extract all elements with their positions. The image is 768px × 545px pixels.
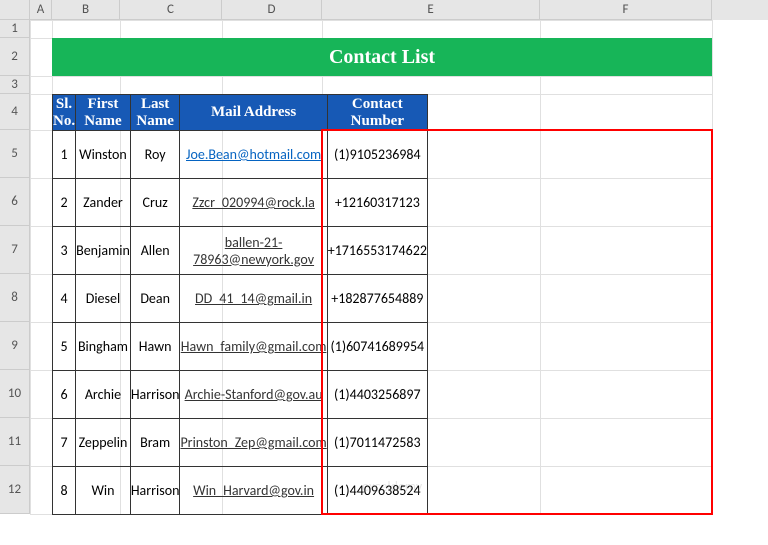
row-header-11[interactable]: 11 xyxy=(0,418,30,466)
cell-last[interactable]: Harrison xyxy=(130,371,180,419)
cell-contact[interactable]: (1)60741689954 xyxy=(327,323,427,371)
cell-sl[interactable]: 8 xyxy=(53,467,76,515)
cell-sl[interactable]: 1 xyxy=(53,131,76,179)
page-title: Contact List xyxy=(329,46,435,69)
cell-mail[interactable]: ballen-21-78963@newyork.gov xyxy=(180,227,327,275)
row-header-7[interactable]: 7 xyxy=(0,226,30,274)
header-mail[interactable]: Mail Address xyxy=(180,95,327,131)
row-header-6[interactable]: 6 xyxy=(0,178,30,226)
table-row: 6ArchieHarrison Archie-Stanford@gov.au(1)… xyxy=(53,371,428,419)
table-row: 2ZanderCruz Zzcr_020994@rock.la +121603171… xyxy=(53,179,428,227)
row-header-12[interactable]: 12 xyxy=(0,466,30,514)
cell-first[interactable]: Zander xyxy=(76,179,131,227)
row-header-5[interactable]: 5 xyxy=(0,130,30,178)
mail-link[interactable]: Prinston_Zep@gmail.com xyxy=(180,434,326,451)
cell-sl[interactable]: 4 xyxy=(53,275,76,323)
cell-last[interactable]: Roy xyxy=(130,131,180,179)
mail-link[interactable]: ballen-21-78963@newyork.gov xyxy=(193,234,314,268)
cell-mail[interactable]: Archie-Stanford@gov.au xyxy=(180,371,327,419)
cell-sl[interactable]: 2 xyxy=(53,179,76,227)
header-last[interactable]: Last Name xyxy=(130,95,180,131)
row-header-10[interactable]: 10 xyxy=(0,370,30,418)
table-row: 7ZeppelinBramPrinston_Zep@gmail.com(1)70… xyxy=(53,419,428,467)
row-headers: 123456789101112 xyxy=(0,20,30,514)
column-header-A[interactable]: A xyxy=(30,0,52,20)
column-header-F[interactable]: F xyxy=(540,0,712,20)
mail-link[interactable]: DD_41_14@gmail.in xyxy=(195,290,312,307)
column-header-E[interactable]: E xyxy=(322,0,540,20)
table-row: 8WinHarrison Win_Harvard@gov.in (1)4409638… xyxy=(53,467,428,515)
table-row: 5BinghamHawnHawn_family@gmail.com(1)6074… xyxy=(53,323,428,371)
header-sl[interactable]: Sl. No. xyxy=(53,95,76,131)
cell-mail[interactable]: Zzcr_020994@rock.la xyxy=(180,179,327,227)
cell-mail[interactable]: DD_41_14@gmail.in xyxy=(180,275,327,323)
cell-contact[interactable]: +12160317123 xyxy=(327,179,427,227)
row-header-3[interactable]: 3 xyxy=(0,76,30,94)
mail-link[interactable]: Archie-Stanford@gov.au xyxy=(185,386,323,403)
cell-first[interactable]: Diesel xyxy=(76,275,131,323)
row-header-4[interactable]: 4 xyxy=(0,94,30,130)
cell-sl[interactable]: 3 xyxy=(53,227,76,275)
cell-last[interactable]: Allen xyxy=(130,227,180,275)
mail-link[interactable]: Zzcr_020994@rock.la xyxy=(192,194,314,211)
table-row: 3BenjaminAllen ballen-21-78963@newyork.go… xyxy=(53,227,428,275)
cell-mail[interactable]: Hawn_family@gmail.com xyxy=(180,323,327,371)
column-header-C[interactable]: C xyxy=(120,0,222,20)
cell-mail[interactable]: Prinston_Zep@gmail.com xyxy=(180,419,327,467)
row-header-9[interactable]: 9 xyxy=(0,322,30,370)
cell-first[interactable]: Zeppelin xyxy=(76,419,131,467)
mail-link[interactable]: Hawn_family@gmail.com xyxy=(181,338,327,355)
cell-mail[interactable]: Win_Harvard@gov.in xyxy=(180,467,327,515)
mail-link[interactable]: Win_Harvard@gov.in xyxy=(193,482,314,499)
row-header-1[interactable]: 1 xyxy=(0,20,30,38)
header-first[interactable]: First Name xyxy=(76,95,131,131)
row-header-8[interactable]: 8 xyxy=(0,274,30,322)
cell-contact[interactable]: (1)4409638524 xyxy=(327,467,427,515)
cell-first[interactable]: Archie xyxy=(76,371,131,419)
cell-first[interactable]: Winston xyxy=(76,131,131,179)
row-header-2[interactable]: 2 xyxy=(0,38,30,76)
table-row: 4DieselDean DD_41_14@gmail.in +18287765488… xyxy=(53,275,428,323)
cell-contact[interactable]: +182877654889 xyxy=(327,275,427,323)
cell-contact[interactable]: (1)7011472583 xyxy=(327,419,427,467)
cell-contact[interactable]: (1)9105236984 xyxy=(327,131,427,179)
header-contact[interactable]: Contact Number xyxy=(327,95,427,131)
cell-sl[interactable]: 5 xyxy=(53,323,76,371)
table-header-row: Sl. No. First Name Last Name Mail Addres… xyxy=(53,95,428,131)
column-header-D[interactable]: D xyxy=(222,0,322,20)
cell-contact[interactable]: +1716553174622 xyxy=(327,227,427,275)
column-header-B[interactable]: B xyxy=(52,0,120,20)
cell-sl[interactable]: 6 xyxy=(53,371,76,419)
cell-first[interactable]: Bingham xyxy=(76,323,131,371)
cell-contact[interactable]: (1)4403256897 xyxy=(327,371,427,419)
spreadsheet-grid: ABCDEF 123456789101112 Contact List Sl. … xyxy=(0,0,768,545)
mail-link[interactable]: Joe.Bean@hotmail.com xyxy=(186,146,321,163)
contact-table: Sl. No. First Name Last Name Mail Addres… xyxy=(52,94,428,515)
cell-last[interactable]: Cruz xyxy=(130,179,180,227)
cell-first[interactable]: Win xyxy=(76,467,131,515)
cell-sl[interactable]: 7 xyxy=(53,419,76,467)
cell-last[interactable]: Hawn xyxy=(130,323,180,371)
cell-last[interactable]: Dean xyxy=(130,275,180,323)
cell-mail[interactable]: Joe.Bean@hotmail.com xyxy=(180,131,327,179)
cell-last[interactable]: Bram xyxy=(130,419,180,467)
column-headers: ABCDEF xyxy=(0,0,768,20)
title-banner: Contact List xyxy=(52,38,712,76)
cell-last[interactable]: Harrison xyxy=(130,467,180,515)
cell-first[interactable]: Benjamin xyxy=(76,227,131,275)
table-row: 1WinstonRoy Joe.Bean@hotmail.com (1)910523… xyxy=(53,131,428,179)
select-all-corner[interactable] xyxy=(0,0,30,20)
